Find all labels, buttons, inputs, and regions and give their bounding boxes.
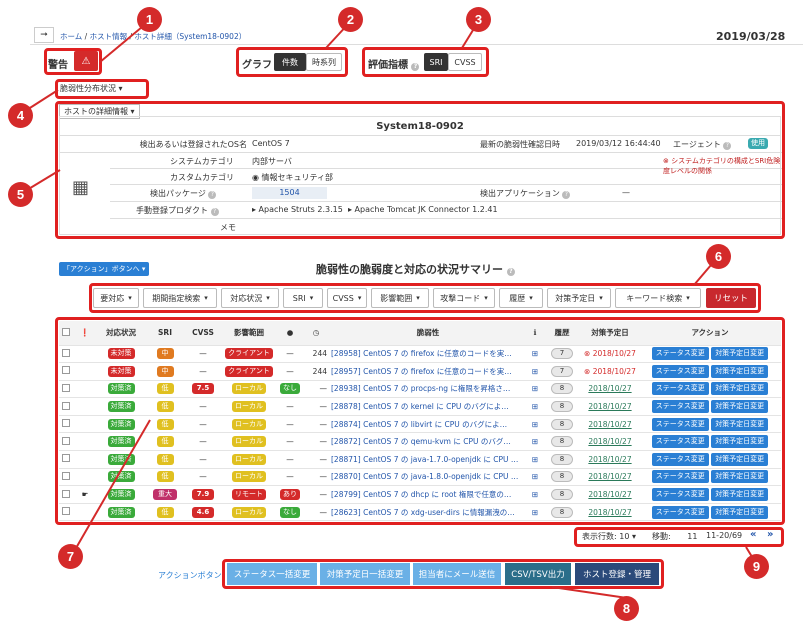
callout-lines — [21, 21, 758, 599]
callout-2: 2 — [338, 7, 363, 32]
callout-1: 1 — [137, 7, 162, 32]
callout-5: 5 — [8, 182, 33, 207]
callout-3: 3 — [466, 7, 491, 32]
callout-4: 4 — [8, 103, 33, 128]
callout-6: 6 — [706, 244, 731, 269]
callout-8: 8 — [614, 596, 639, 621]
callout-7: 7 — [58, 544, 83, 569]
callout-9: 9 — [744, 554, 769, 579]
